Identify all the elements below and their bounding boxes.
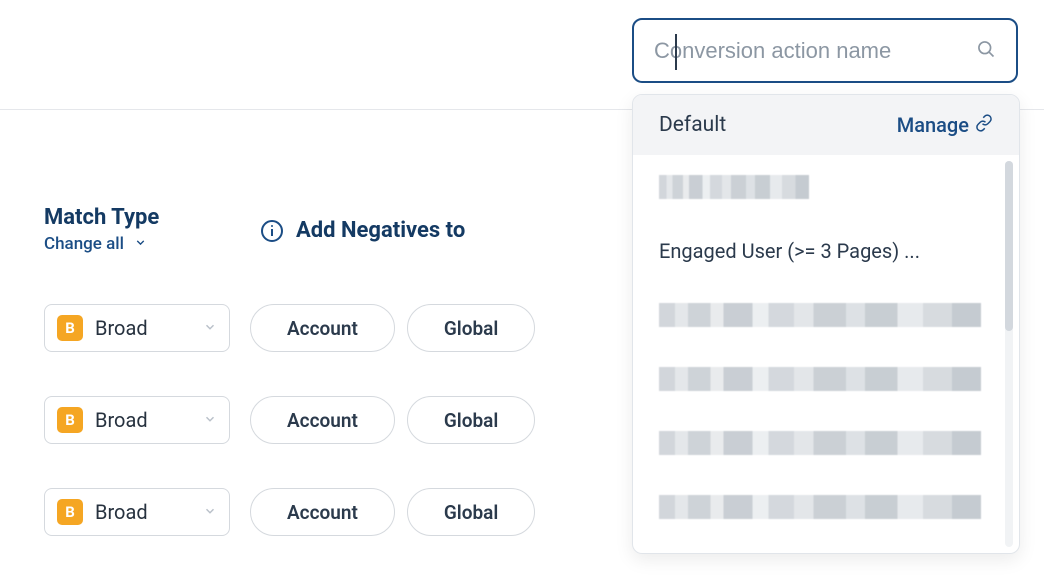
chevron-down-icon <box>134 234 147 254</box>
manage-label: Manage <box>897 113 969 137</box>
dropdown-body: Engaged User (>= 3 Pages) ... <box>633 155 1019 553</box>
match-type-label: Broad <box>95 316 191 340</box>
keyword-row: B Broad Account Global <box>44 304 535 352</box>
change-all-button[interactable]: Change all <box>44 234 147 254</box>
keyword-row: B Broad Account Global <box>44 488 535 536</box>
scrollbar[interactable] <box>1005 161 1013 547</box>
redacted-text <box>659 495 981 519</box>
add-negatives-title: Add Negatives to <box>296 218 465 243</box>
redacted-text <box>659 175 809 199</box>
dropdown-item[interactable] <box>659 283 997 347</box>
account-pill[interactable]: Account <box>250 396 395 444</box>
negative-scope-group: Account Global <box>250 396 535 444</box>
dropdown-item[interactable] <box>659 411 997 475</box>
negative-scope-group: Account Global <box>250 488 535 536</box>
account-pill[interactable]: Account <box>250 488 395 536</box>
dropdown-group-header: Default Manage <box>633 95 1019 155</box>
scrollbar-thumb[interactable] <box>1005 161 1013 331</box>
manage-link[interactable]: Manage <box>897 113 993 137</box>
match-type-select[interactable]: B Broad <box>44 488 230 536</box>
conversion-search-box[interactable] <box>632 18 1018 83</box>
keyword-row: B Broad Account Global <box>44 396 535 444</box>
match-type-select[interactable]: B Broad <box>44 396 230 444</box>
match-type-label: Broad <box>95 500 191 524</box>
link-icon <box>975 113 993 137</box>
conversion-search-input[interactable] <box>654 38 976 64</box>
match-type-label: Broad <box>95 408 191 432</box>
search-icon <box>976 39 996 63</box>
text-cursor <box>675 34 677 70</box>
broad-badge: B <box>57 499 83 525</box>
broad-badge: B <box>57 407 83 433</box>
dropdown-item[interactable] <box>659 155 997 219</box>
change-all-label: Change all <box>44 234 124 254</box>
negative-scope-group: Account Global <box>250 304 535 352</box>
conversion-dropdown-panel: Default Manage Engaged User (>= 3 Pages)… <box>632 94 1020 554</box>
global-pill[interactable]: Global <box>407 304 535 352</box>
chevron-down-icon <box>203 411 217 430</box>
global-pill[interactable]: Global <box>407 396 535 444</box>
info-icon <box>260 219 284 243</box>
account-pill[interactable]: Account <box>250 304 395 352</box>
dropdown-item[interactable] <box>659 347 997 411</box>
global-pill[interactable]: Global <box>407 488 535 536</box>
dropdown-item-label: Engaged User (>= 3 Pages) ... <box>659 239 920 263</box>
broad-badge: B <box>57 315 83 341</box>
dropdown-group-title: Default <box>659 113 726 137</box>
chevron-down-icon <box>203 503 217 522</box>
redacted-text <box>659 303 981 327</box>
redacted-text <box>659 431 981 455</box>
match-type-select[interactable]: B Broad <box>44 304 230 352</box>
dropdown-item[interactable]: Engaged User (>= 3 Pages) ... <box>659 219 997 283</box>
dropdown-item[interactable] <box>659 475 997 539</box>
chevron-down-icon <box>203 319 217 338</box>
redacted-text <box>659 367 981 391</box>
